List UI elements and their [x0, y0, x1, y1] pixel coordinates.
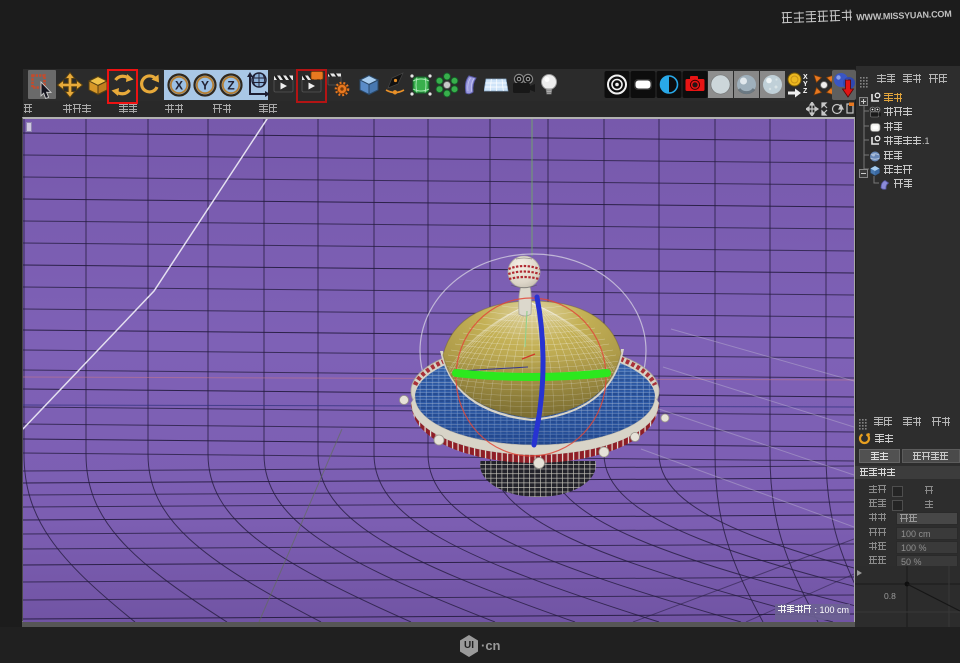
- svg-text:Z: Z: [803, 88, 808, 95]
- svg-text:X: X: [803, 74, 808, 81]
- svg-text:Y: Y: [803, 81, 808, 88]
- svg-text:Y: Y: [201, 79, 209, 93]
- svg-text:Z: Z: [227, 79, 234, 93]
- svg-text:X: X: [175, 79, 183, 93]
